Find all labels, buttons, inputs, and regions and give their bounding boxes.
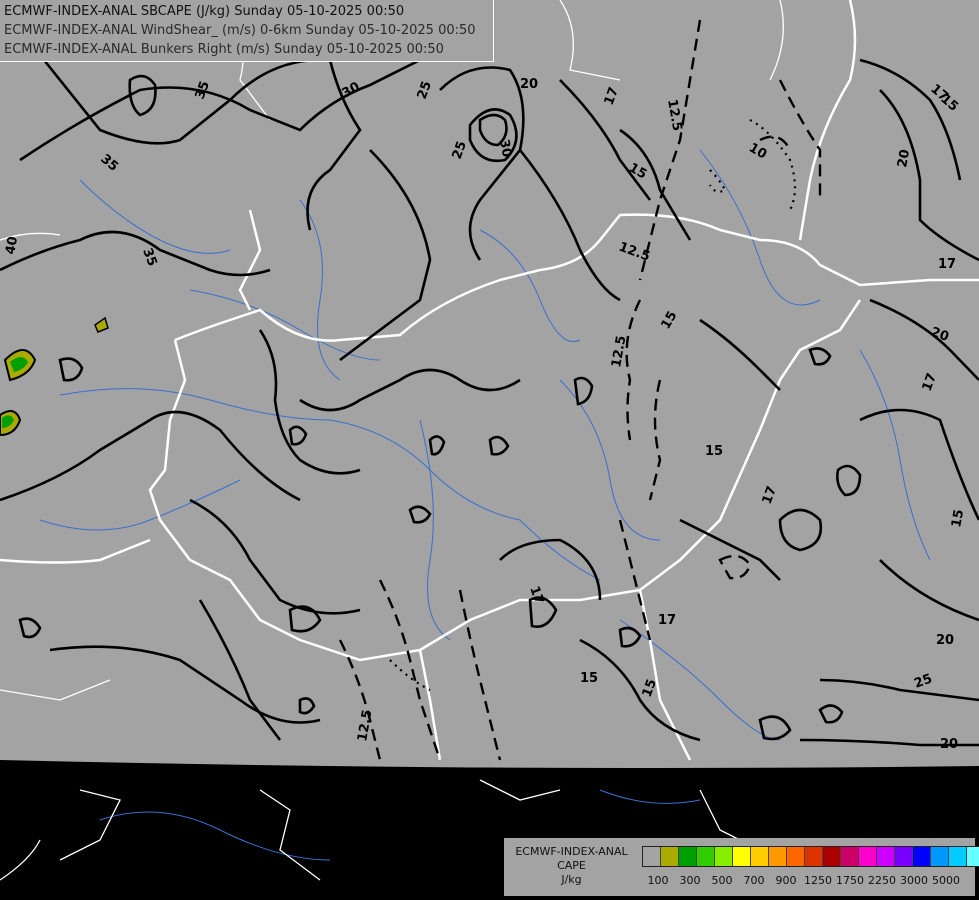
contour-label: 20: [940, 737, 958, 752]
legend-swatch: [949, 847, 967, 866]
legend-tick-label: 5000: [932, 874, 960, 887]
legend-tick-label: 100: [647, 874, 669, 887]
legend-title: ECMWF-INDEX-ANAL CAPE J/kg: [508, 845, 635, 887]
contour-label: 40: [3, 235, 21, 255]
contour-label: 15: [580, 671, 598, 686]
legend-swatch: [751, 847, 769, 866]
weather-map: 35 30 25 25 20 17 15 35 35 40 30 12.5 12…: [0, 0, 979, 881]
legend-swatch: [733, 847, 751, 866]
legend-tick-label: 1250: [804, 874, 832, 887]
legend-swatch: [877, 847, 895, 866]
legend-tick-label: 900: [775, 874, 797, 887]
contour-label: 20: [895, 148, 913, 168]
legend-swatch: [769, 847, 787, 866]
legend-swatch: [859, 847, 877, 866]
contour-label: 17: [658, 613, 676, 628]
map-header: ECMWF-INDEX-ANAL SBCAPE (J/kg) Sunday 05…: [0, 0, 494, 62]
legend-swatch: [823, 847, 841, 866]
contour-label: 20: [520, 77, 538, 92]
legend-tick-label: 700: [743, 874, 765, 887]
legend-swatch: [805, 847, 823, 866]
legend-swatch: [841, 847, 859, 866]
legend-swatch: [913, 847, 931, 866]
legend-tick-label: 1750: [836, 874, 864, 887]
legend-swatch: [787, 847, 805, 866]
legend-swatch: [679, 847, 697, 866]
contour-label: 15: [705, 444, 723, 459]
legend-swatch: [967, 847, 979, 866]
contour-label: 15: [949, 508, 967, 528]
legend-swatch: [697, 847, 715, 866]
windshear-title: ECMWF-INDEX-ANAL WindShear_ (m/s) 0-6km …: [4, 23, 476, 38]
legend-variable: CAPE: [557, 859, 586, 872]
contour-label: 17: [938, 257, 956, 272]
legend-swatch: [895, 847, 913, 866]
legend-tick-label: 300: [679, 874, 701, 887]
contour-label: 30: [496, 138, 514, 158]
legend-tick-label: 500: [711, 874, 733, 887]
legend-swatch: [643, 847, 661, 866]
legend-tick-label: 3000: [900, 874, 928, 887]
bunkers-title: ECMWF-INDEX-ANAL Bunkers Right (m/s) Sun…: [4, 42, 444, 57]
sbcape-title: ECMWF-INDEX-ANAL SBCAPE (J/kg) Sunday 05…: [4, 4, 405, 19]
legend-unit: J/kg: [561, 873, 582, 886]
legend-color-scale: [642, 846, 979, 867]
legend-tick-label: 2250: [868, 874, 896, 887]
cape-legend: ECMWF-INDEX-ANAL CAPE J/kg 100 300 500 700 9…: [504, 838, 979, 896]
contour-label: 20: [936, 633, 954, 648]
legend-swatch: [931, 847, 949, 866]
legend-swatch: [661, 847, 679, 866]
legend-swatch: [715, 847, 733, 866]
legend-source: ECMWF-INDEX-ANAL: [515, 845, 628, 858]
